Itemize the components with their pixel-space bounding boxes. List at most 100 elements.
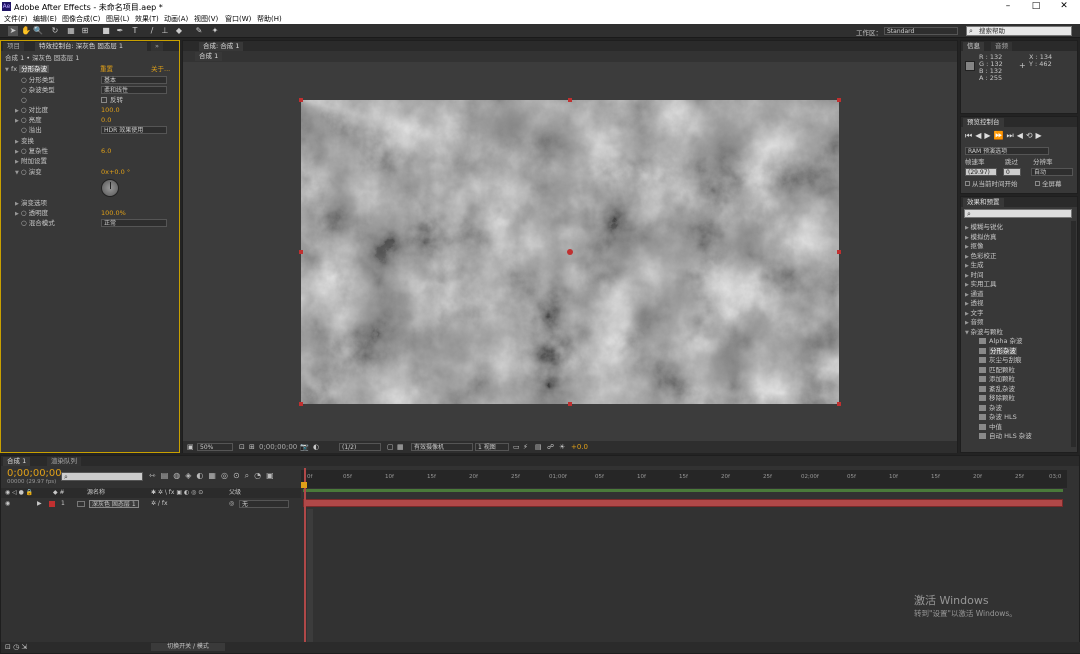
tab-composition[interactable]: 合成: 合成 1 xyxy=(199,42,244,51)
loop-icon[interactable]: ⟲ xyxy=(1026,131,1036,140)
menu-window[interactable]: 窗口(W) xyxy=(225,14,251,24)
layer-handle[interactable] xyxy=(837,250,841,254)
puppet-tool-icon[interactable]: ✦ xyxy=(210,26,220,36)
layer-duration-bar[interactable] xyxy=(303,499,1063,507)
pan-behind-tool-icon[interactable]: ⊞ xyxy=(80,26,90,36)
layer-handle[interactable] xyxy=(837,98,841,102)
overflow-select[interactable]: HDR 效果使用 xyxy=(101,126,167,134)
reset-link[interactable]: 重置 xyxy=(100,64,113,74)
menu-effect[interactable]: 效果(T) xyxy=(135,14,159,24)
invert-checkbox[interactable]: 反转 xyxy=(101,95,123,105)
help-search-input[interactable]: 搜索帮助 xyxy=(966,26,1072,36)
footer-icons[interactable]: ⊡ ◷ ⇲ xyxy=(5,643,27,651)
maximize-button[interactable]: □ xyxy=(1022,0,1050,13)
roi-icon[interactable]: ▢ xyxy=(387,443,394,451)
menu-view[interactable]: 视图(V) xyxy=(194,14,218,24)
tab-project[interactable]: 项目 xyxy=(3,42,24,51)
prop-transform[interactable]: ▶ 变换 xyxy=(15,136,34,146)
transparency-grid-icon[interactable]: ▦ xyxy=(397,443,404,451)
clone-stamp-tool-icon[interactable]: ⊥ xyxy=(160,26,170,36)
layer-handle[interactable] xyxy=(299,98,303,102)
text-tool-icon[interactable]: T xyxy=(130,26,140,36)
hand-tool-icon[interactable]: ✋ xyxy=(21,26,31,36)
toggle-switches-modes-button[interactable]: 切换开关 / 模式 xyxy=(151,643,225,651)
effects-category[interactable]: ▶ 实用工具 xyxy=(965,280,996,290)
evolution-dial[interactable] xyxy=(101,179,119,197)
noise-type-select[interactable]: 柔和线性 xyxy=(101,86,167,94)
last-frame-icon[interactable]: ⏭ xyxy=(1006,131,1016,140)
lock-icon[interactable]: ◔ xyxy=(254,471,266,480)
effects-category[interactable]: ▶ 通道 xyxy=(965,290,983,300)
prop-evolution-options[interactable]: ▶ 演变选项 xyxy=(15,198,47,208)
exposure-value[interactable]: +0.0 xyxy=(571,443,588,451)
work-area-bar[interactable] xyxy=(303,489,1063,492)
selection-tool-icon[interactable]: ➤ xyxy=(8,26,18,36)
menu-layer[interactable]: 图层(L) xyxy=(106,14,129,24)
rectangle-tool-icon[interactable]: ■ xyxy=(101,26,111,36)
layer-label-color[interactable] xyxy=(49,501,55,507)
comp-mini-flowchart-icon[interactable]: ⇿ xyxy=(149,471,161,480)
evolution-value[interactable]: 0x+0.0 ° xyxy=(101,167,130,177)
menu-help[interactable]: 帮助(H) xyxy=(257,14,282,24)
menu-animation[interactable]: 动画(A) xyxy=(164,14,188,24)
pen-tool-icon[interactable]: ✒ xyxy=(115,26,125,36)
fractal-type-select[interactable]: 基本 xyxy=(101,76,167,84)
layer-handle[interactable] xyxy=(299,402,303,406)
motion-blur-icon[interactable]: ◐ xyxy=(196,471,208,480)
time-indicator-head-icon[interactable] xyxy=(301,482,307,488)
flowchart-icon[interactable]: ☍ xyxy=(547,443,554,451)
effects-category[interactable]: ▶ 音频 xyxy=(965,318,983,328)
effect-item[interactable]: 匹配颗粒 xyxy=(979,366,1015,376)
from-current-checkbox[interactable]: 从当前时间开始 xyxy=(965,179,1018,189)
effects-category[interactable]: ▶ 生成 xyxy=(965,261,983,271)
auto-keyframe-icon[interactable]: ◎ xyxy=(221,471,233,480)
effect-item-selected[interactable]: 分形杂波 xyxy=(979,346,1017,357)
grid-icon[interactable]: ⊞ xyxy=(249,443,255,451)
zoom-tool-icon[interactable]: 🔍 xyxy=(33,26,43,36)
anchor-point-icon[interactable] xyxy=(567,249,573,255)
brainstorm-icon[interactable]: ▦ xyxy=(208,471,221,480)
effect-item[interactable]: 紊乱杂波 xyxy=(979,385,1015,395)
resolution-select[interactable]: 自动 xyxy=(1031,168,1073,176)
eraser-tool-icon[interactable]: ◆ xyxy=(174,26,184,36)
roto-brush-tool-icon[interactable]: ✎ xyxy=(194,26,204,36)
effect-item[interactable]: 杂波 HLS xyxy=(979,413,1017,423)
effects-category[interactable]: ▶ 透视 xyxy=(965,299,983,309)
channel-icon[interactable]: ◐ xyxy=(313,443,319,451)
next-frame-icon[interactable]: ⏩ xyxy=(994,131,1007,140)
effects-category-noise-grain[interactable]: ▼ 杂波与颗粒 xyxy=(965,328,1003,338)
first-frame-icon[interactable]: ⏮ xyxy=(965,131,975,140)
brightness-value[interactable]: 0.0 xyxy=(101,115,111,125)
effect-item[interactable]: 中值 xyxy=(979,423,1002,433)
camera-tool-icon[interactable]: ▦ xyxy=(66,26,76,36)
layer-handle[interactable] xyxy=(299,250,303,254)
effects-category[interactable]: ▶ 模糊与锐化 xyxy=(965,223,1003,233)
exposure-icon[interactable]: ☀ xyxy=(559,443,565,451)
close-button[interactable]: ✕ xyxy=(1050,0,1078,13)
toggle-pixel-icon[interactable]: ▭ xyxy=(513,443,520,451)
full-screen-checkbox[interactable]: 全屏幕 xyxy=(1035,179,1062,189)
effects-category[interactable]: ▶ 抠像 xyxy=(965,242,983,252)
contrast-value[interactable]: 100.0 xyxy=(101,105,120,115)
tab-timeline-comp1[interactable]: 合成 1 xyxy=(3,457,31,466)
snapshot-icon[interactable]: 📷 xyxy=(300,443,309,451)
tab-effect-controls[interactable]: 特效控制台: 深灰色 固态层 1 xyxy=(35,42,147,51)
current-time-indicator[interactable] xyxy=(304,468,306,642)
opacity-value[interactable]: 100.0% xyxy=(101,208,126,218)
safe-margins-icon[interactable]: ⊡ xyxy=(239,443,245,451)
time-ruler[interactable]: 0f 05f 10f 15f 20f 25f 01;00f 05f 10f 15… xyxy=(301,470,1067,488)
visibility-eye-icon[interactable]: ◉ xyxy=(5,499,10,509)
effect-item[interactable]: 移除颗粒 xyxy=(979,394,1015,404)
layer-handle[interactable] xyxy=(568,402,572,406)
views-select[interactable]: 1 视图 xyxy=(475,443,509,451)
effects-category[interactable]: ▶ 色彩校正 xyxy=(965,252,996,262)
layer-handle[interactable] xyxy=(568,98,572,102)
layer-switches-icon[interactable]: ✲ / fx xyxy=(151,499,168,509)
blend-mode-select[interactable]: 正常 xyxy=(101,219,167,227)
effect-item[interactable]: 杂波 xyxy=(979,404,1002,414)
prev-frame-icon[interactable]: ◀ xyxy=(975,131,984,140)
menu-file[interactable]: 文件(F) xyxy=(4,14,28,24)
workspace-select[interactable]: Standard xyxy=(884,27,958,35)
effect-item[interactable]: 自动 HLS 杂波 xyxy=(979,432,1032,442)
current-timecode[interactable]: 0;00;00;00 xyxy=(7,468,62,479)
